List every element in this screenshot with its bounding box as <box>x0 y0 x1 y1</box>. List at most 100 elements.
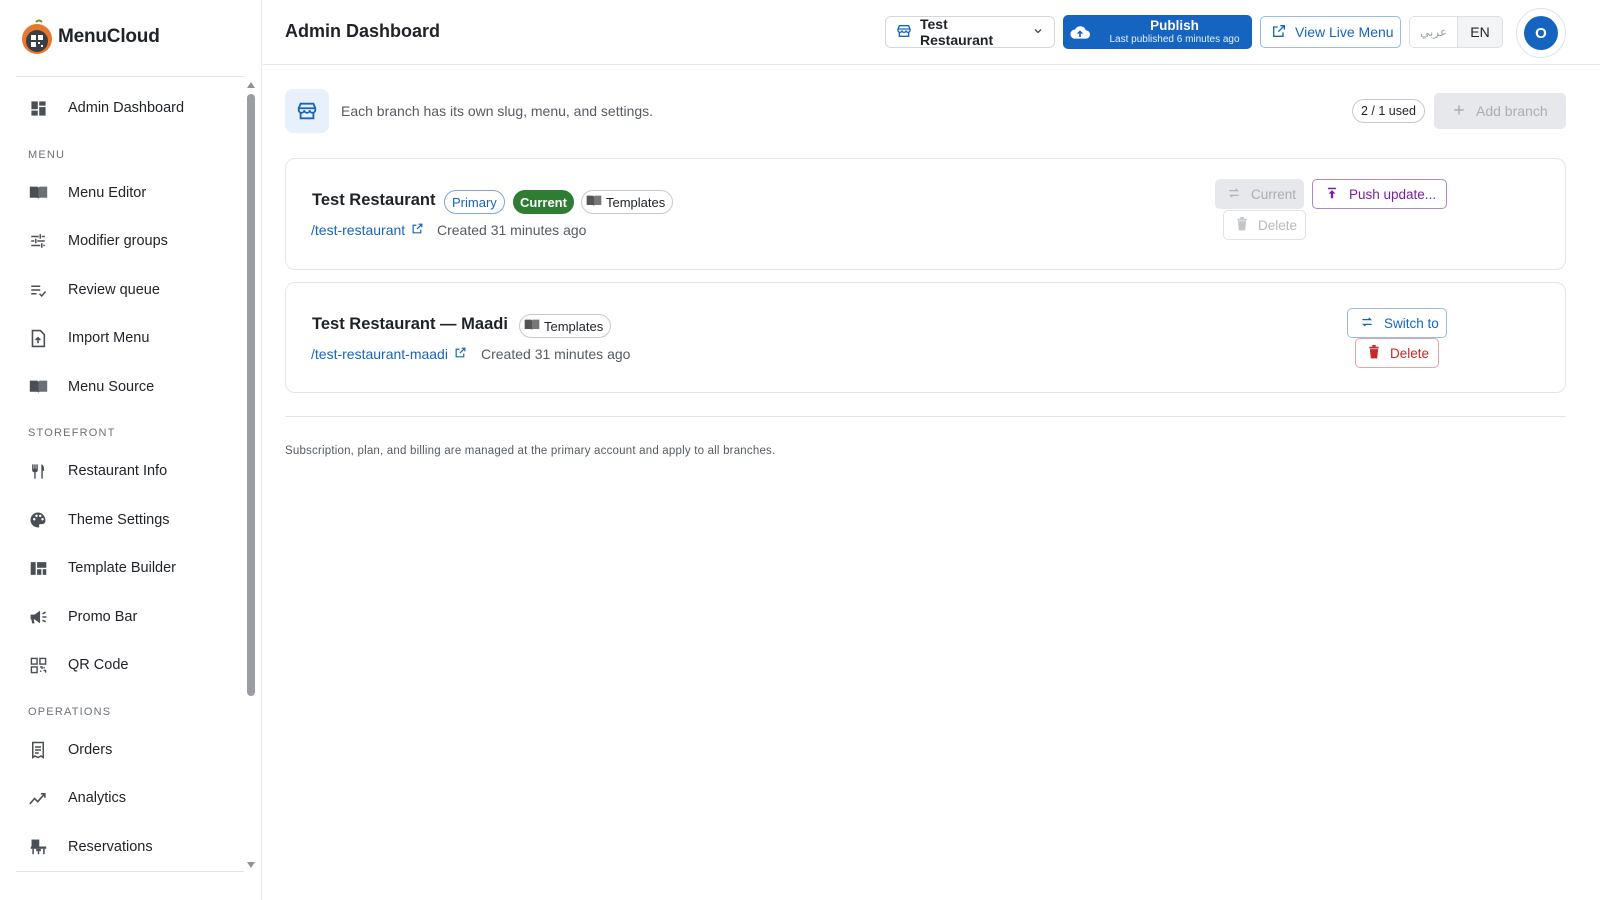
sidebar-item-menu-source[interactable]: Menu Source <box>0 363 248 412</box>
playlist-check-icon <box>28 280 48 300</box>
sidebar-section-operations: OPERATIONS <box>28 705 112 718</box>
sidebar-item-label: Menu Editor <box>68 184 147 201</box>
sidebar-item-qr-code[interactable]: QR Code <box>0 641 248 690</box>
branch-slug-link[interactable]: /test-restaurant <box>311 222 424 238</box>
plus-icon <box>1452 103 1466 120</box>
sidebar-item-label: Reservations <box>68 838 153 855</box>
book-icon <box>524 318 540 335</box>
trash-icon <box>1368 344 1380 362</box>
menu-book-icon <box>28 377 48 397</box>
external-link-icon <box>1271 23 1287 42</box>
trash-icon <box>1236 216 1248 234</box>
templates-label: Templates <box>544 318 604 334</box>
brand[interactable]: MenuCloud <box>20 18 160 56</box>
avatar: O <box>1524 16 1558 50</box>
sidebar-item-review-queue[interactable]: Review queue <box>0 266 248 315</box>
app-root: MenuCloud Admin Dashboard MENU Menu Editor… <box>0 0 1600 900</box>
sidebar-item-promo-bar[interactable]: Promo Bar <box>0 593 248 642</box>
delete-button[interactable]: Delete <box>1355 338 1439 368</box>
add-branch-button[interactable]: Add branch <box>1434 93 1566 129</box>
table-chair-icon <box>28 837 48 857</box>
switch-to-button[interactable]: Switch to <box>1347 308 1447 338</box>
delete-label: Delete <box>1258 217 1298 233</box>
sidebar-item-label: Promo Bar <box>68 608 138 625</box>
scroll-up-arrow-icon[interactable] <box>247 82 255 88</box>
tune-icon <box>28 231 48 251</box>
view-live-menu-label: View Live Menu <box>1295 24 1394 40</box>
trending-icon <box>28 788 48 808</box>
megaphone-icon <box>28 607 48 627</box>
current-button[interactable]: Current <box>1215 179 1304 209</box>
current-button-label: Current <box>1251 186 1297 202</box>
branch-created: Created 31 minutes ago <box>481 346 631 362</box>
scroll-thumb[interactable] <box>247 94 255 696</box>
sidebar-item-admin-dashboard[interactable]: Admin Dashboard <box>0 84 248 133</box>
lang-english-button[interactable]: EN <box>1458 17 1502 47</box>
brand-name: MenuCloud <box>58 26 160 47</box>
chevron-down-icon <box>1032 24 1044 40</box>
templates-badge: Templates <box>581 190 674 214</box>
sidebar-scrollbar[interactable] <box>246 80 256 870</box>
sidebar-item-label: Analytics <box>68 790 127 807</box>
brand-logo-icon <box>20 18 54 56</box>
external-link-icon <box>454 346 467 362</box>
view-live-menu-button[interactable]: View Live Menu <box>1260 16 1401 48</box>
sidebar-item-import-menu[interactable]: Import Menu <box>0 314 248 363</box>
branch-name: Test Restaurant — Maadi <box>312 315 508 333</box>
sidebar-item-label: QR Code <box>68 657 129 674</box>
current-badge: Current <box>513 190 574 214</box>
sidebar-item-theme-settings[interactable]: Theme Settings <box>0 496 248 545</box>
add-branch-label: Add branch <box>1476 103 1548 119</box>
sidebar-item-label: Review queue <box>68 281 160 298</box>
external-link-icon <box>411 222 424 238</box>
user-avatar-button[interactable]: O <box>1516 8 1566 58</box>
cloud-upload-icon <box>1063 24 1097 40</box>
language-toggle: عربي EN <box>1409 16 1503 48</box>
sidebar-item-orders[interactable]: Orders <box>0 726 248 775</box>
restaurant-icon <box>28 461 48 481</box>
push-update-button[interactable]: Push update... <box>1312 179 1447 209</box>
receipt-icon <box>28 740 48 760</box>
sidebar-item-label: Menu Source <box>68 378 155 395</box>
sidebar-item-template-builder[interactable]: Template Builder <box>0 544 248 593</box>
sidebar-section-menu: MENU <box>28 148 66 161</box>
branch-slug: /test-restaurant <box>311 222 406 238</box>
sidebar-section-storefront: STOREFRONT <box>28 427 116 439</box>
brand-divider <box>16 76 244 77</box>
sidebar-item-label: Import Menu <box>68 330 150 347</box>
book-icon <box>586 194 602 211</box>
branch-select-label: Test Restaurant <box>920 16 994 48</box>
branch-name: Test Restaurant <box>312 191 436 209</box>
billing-footnote: Subscription, plan, and billing are mana… <box>285 445 776 457</box>
lang-arabic-button[interactable]: عربي <box>1410 17 1458 47</box>
switch-to-label: Switch to <box>1384 315 1439 331</box>
templates-label: Templates <box>606 194 666 210</box>
publish-button[interactable]: Publish Last published 6 minutes ago <box>1063 15 1252 49</box>
swap-icon <box>1360 315 1374 332</box>
sidebar-item-menu-editor[interactable]: Menu Editor <box>0 169 248 218</box>
branch-slug-link[interactable]: /test-restaurant-maadi <box>311 346 467 362</box>
page-title: Admin Dashboard <box>285 21 441 41</box>
templates-badge: Templates <box>519 314 612 338</box>
branch-info-text: Each branch has its own slug, menu, and … <box>341 103 654 119</box>
sidebar-item-label: Template Builder <box>68 560 176 577</box>
scroll-down-arrow-icon[interactable] <box>247 862 255 868</box>
grid-layout-icon <box>28 558 48 578</box>
sidebar-item-label: Restaurant Info <box>68 463 168 480</box>
sidebar-item-analytics[interactable]: Analytics <box>0 774 248 823</box>
menu-book-icon <box>28 183 48 203</box>
sidebar-item-modifier-groups[interactable]: Modifier groups <box>0 217 248 266</box>
sidebar-item-reservations[interactable]: Reservations <box>0 823 248 872</box>
push-update-label: Push update... <box>1349 186 1437 202</box>
branch-select[interactable]: Test Restaurant <box>885 16 1055 48</box>
sidebar-item-label: Theme Settings <box>68 511 170 528</box>
content-divider <box>285 416 1566 417</box>
branch-created: Created 31 minutes ago <box>437 222 587 238</box>
delete-button-disabled[interactable]: Delete <box>1223 210 1306 240</box>
dashboard-icon <box>28 98 48 118</box>
sidebar-item-label: Admin Dashboard <box>68 100 185 117</box>
storefront-icon <box>896 23 912 42</box>
sidebar-item-restaurant-info[interactable]: Restaurant Info <box>0 447 248 496</box>
sidebar-bottom-divider <box>16 871 244 872</box>
palette-icon <box>28 510 48 530</box>
